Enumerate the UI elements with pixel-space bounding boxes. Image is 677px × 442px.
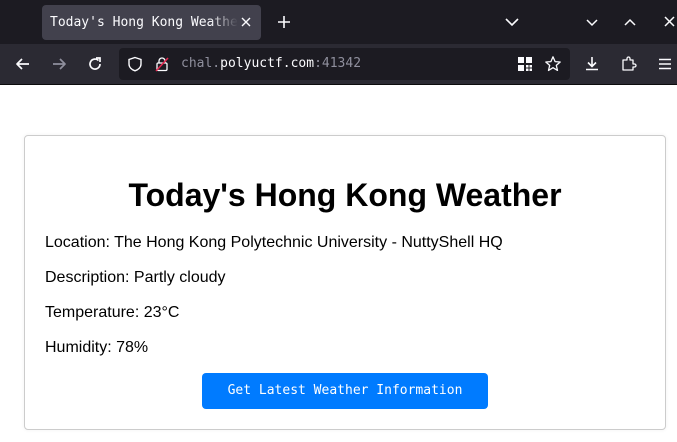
close-window-icon[interactable] xyxy=(662,14,677,30)
qr-code-icon[interactable] xyxy=(517,56,533,72)
arrow-left-icon[interactable] xyxy=(14,55,32,73)
tab-title: Today's Hong Kong Weather xyxy=(50,15,238,30)
maximize-icon[interactable] xyxy=(622,15,638,29)
temperature-text: Temperature: 23°C xyxy=(45,304,180,321)
tab-active[interactable]: Today's Hong Kong Weather xyxy=(42,5,261,40)
minimize-icon[interactable] xyxy=(584,15,600,29)
url-subdomain: chal. xyxy=(181,56,221,71)
address-bar[interactable]: chal.polyuctf.com:41342 xyxy=(119,48,570,80)
arrow-right-icon[interactable] xyxy=(50,55,68,73)
url-port: :41342 xyxy=(314,56,362,71)
tab-strip: Today's Hong Kong Weather xyxy=(0,0,677,44)
star-icon[interactable] xyxy=(544,55,562,73)
shield-icon[interactable] xyxy=(127,56,143,72)
reload-icon[interactable] xyxy=(86,55,104,73)
lock-icon[interactable] xyxy=(154,56,170,72)
url-domain: polyuctf.com xyxy=(220,56,315,71)
url-text: chal.polyuctf.com:41342 xyxy=(181,55,361,73)
download-icon[interactable] xyxy=(583,55,601,73)
location-text: Location: The Hong Kong Polytechnic Univ… xyxy=(45,234,503,251)
puzzle-icon[interactable] xyxy=(620,55,638,73)
page-content: Today's Hong Kong Weather Location: The … xyxy=(0,85,677,442)
close-icon[interactable] xyxy=(239,15,253,29)
hamburger-icon[interactable] xyxy=(656,55,674,73)
page-title: Today's Hong Kong Weather xyxy=(128,177,562,213)
chevron-down-icon[interactable] xyxy=(504,15,520,29)
humidity-text: Humidity: 78% xyxy=(45,339,149,356)
weather-card: Today's Hong Kong Weather Location: The … xyxy=(24,135,666,430)
navigation-toolbar: chal.polyuctf.com:41342 xyxy=(0,44,677,85)
get-weather-button[interactable]: Get Latest Weather Information xyxy=(202,373,488,409)
description-text: Description: Partly cloudy xyxy=(45,269,226,286)
plus-icon[interactable] xyxy=(276,14,292,30)
